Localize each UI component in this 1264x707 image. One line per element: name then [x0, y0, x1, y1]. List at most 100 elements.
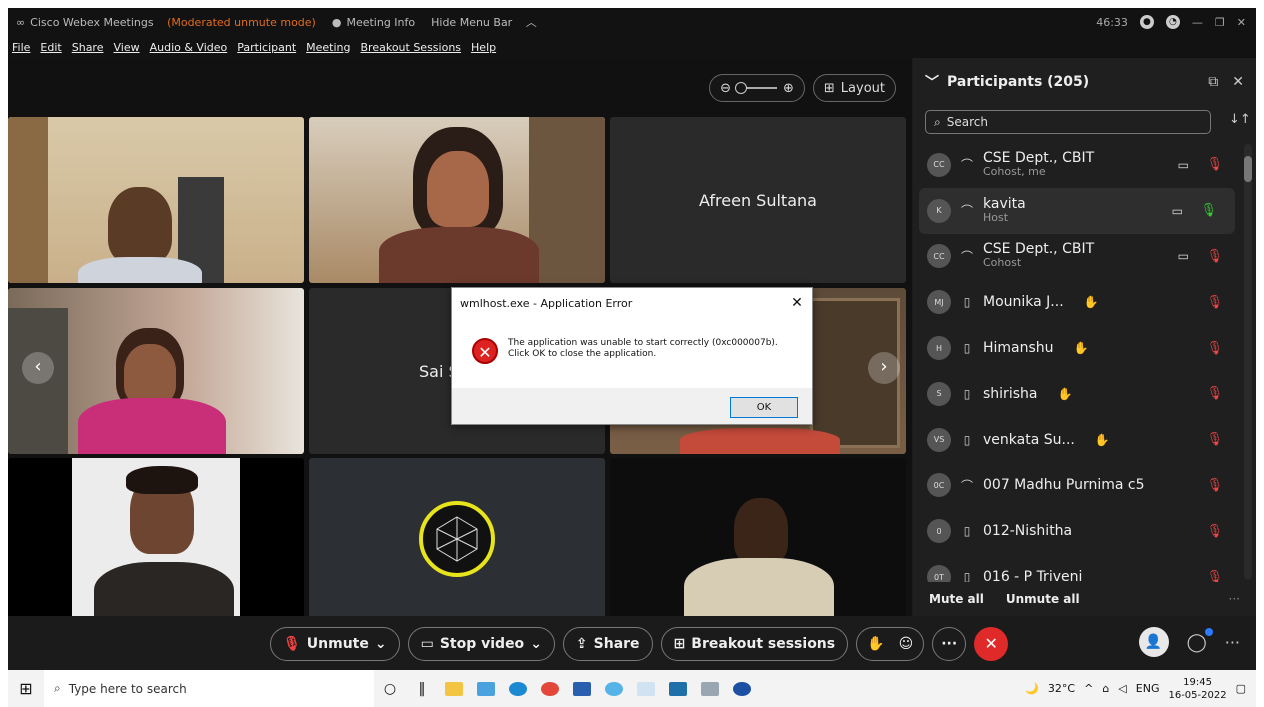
window-app-icon[interactable]: [694, 670, 726, 707]
menu-participant[interactable]: Participant: [237, 41, 296, 54]
mic-muted-icon[interactable]: 🎙: [1206, 432, 1223, 447]
mic-muted-icon[interactable]: 🎙: [1206, 295, 1223, 310]
mic-muted-icon[interactable]: 🎙: [1206, 386, 1223, 401]
avatar: K: [927, 198, 951, 223]
raise-hand-icon[interactable]: ✋: [867, 636, 884, 652]
video-tile[interactable]: [8, 117, 304, 283]
mic-muted-icon[interactable]: 🎙: [1206, 157, 1223, 172]
participants-toggle-button[interactable]: 👤: [1138, 627, 1169, 657]
participant-row[interactable]: VS ▯ venkata Su... ✋ 🎙: [913, 417, 1241, 463]
zoom-out-icon[interactable]: ⊖: [720, 81, 731, 96]
unmute-button[interactable]: 🎙 Unmute ⌄: [270, 627, 400, 661]
taskbar-search-input[interactable]: ⌕ Type here to search: [44, 670, 374, 707]
dialog-message: The application was unable to start corr…: [508, 338, 778, 359]
previous-page-button[interactable]: ‹: [22, 352, 54, 384]
video-camera-icon[interactable]: ▭: [1178, 249, 1189, 263]
participant-row[interactable]: CC ⌒ CSE Dept., CBIT Cohost, me ▭ 🎙: [913, 142, 1241, 188]
mail-icon[interactable]: [566, 670, 598, 707]
menu-share[interactable]: Share: [72, 41, 104, 54]
minimize-button[interactable]: —: [1192, 16, 1203, 29]
clock[interactable]: 19:45 16-05-2022: [1168, 676, 1226, 702]
video-tile-avatar[interactable]: [309, 458, 605, 624]
mic-muted-icon[interactable]: 🎙: [1206, 524, 1223, 539]
participants-scrollbar[interactable]: [1244, 144, 1252, 580]
zoom-control[interactable]: ⊖ ⊕: [709, 74, 805, 102]
menu-audio-video[interactable]: Audio & Video: [150, 41, 228, 54]
next-page-button[interactable]: ›: [868, 352, 900, 384]
participant-row[interactable]: 0C ⌒ 007 Madhu Purnima c5 🎙: [913, 463, 1241, 509]
menu-breakout-sessions[interactable]: Breakout Sessions: [361, 41, 462, 54]
volume-icon[interactable]: ◁: [1118, 682, 1126, 695]
internet-explorer-icon[interactable]: [598, 670, 630, 707]
popout-icon[interactable]: ⧉: [1208, 74, 1218, 90]
help-icon[interactable]: [726, 670, 758, 707]
zoom-in-icon[interactable]: ⊕: [783, 81, 794, 96]
mic-on-icon[interactable]: 🎙: [1200, 203, 1217, 218]
task-view-icon[interactable]: ‖: [406, 670, 438, 707]
leave-meeting-button[interactable]: ✕: [974, 627, 1009, 661]
reactions-icon[interactable]: ☺: [899, 636, 914, 652]
video-tile[interactable]: [309, 117, 605, 283]
zoom-slider[interactable]: [734, 82, 777, 94]
more-panels-icon[interactable]: ···: [1225, 633, 1240, 652]
participant-row[interactable]: 0T ▯ 016 - P Triveni 🎙: [913, 554, 1241, 582]
menu-help[interactable]: Help: [471, 41, 496, 54]
cortana-icon[interactable]: ○: [374, 670, 406, 707]
language-label[interactable]: ENG: [1136, 682, 1160, 695]
network-icon[interactable]: ⌂: [1102, 682, 1109, 695]
mic-muted-icon[interactable]: 🎙: [1206, 478, 1223, 493]
notifications-icon[interactable]: ▢: [1236, 682, 1246, 695]
share-button[interactable]: ⇪ Share: [562, 627, 653, 661]
notepad-icon[interactable]: [630, 670, 662, 707]
unmute-all-button[interactable]: Unmute all: [1006, 592, 1080, 606]
participant-row[interactable]: S ▯ shirisha ✋ 🎙: [913, 371, 1241, 417]
video-tile[interactable]: ‹: [8, 288, 304, 454]
breakout-sessions-button[interactable]: ⊞ Breakout sessions: [660, 627, 849, 661]
edge-icon[interactable]: [502, 670, 534, 707]
participant-search-input[interactable]: ⌕ Search: [925, 110, 1211, 134]
participant-row[interactable]: K ⌒ kavita Host ▭ 🎙: [919, 187, 1235, 234]
menu-meeting[interactable]: Meeting: [306, 41, 350, 54]
video-tile-afreen-sultana[interactable]: Afreen Sultana: [610, 117, 906, 283]
participant-row[interactable]: MJ ▯ Mounika J... ✋ 🎙: [913, 279, 1241, 325]
hide-menu-bar-button[interactable]: Hide Menu Bar ︿: [431, 14, 537, 30]
menu-view[interactable]: View: [113, 41, 139, 54]
mic-muted-icon[interactable]: 🎙: [1206, 570, 1223, 582]
mute-all-button[interactable]: Mute all: [929, 592, 984, 606]
dialog-close-button[interactable]: ✕: [782, 295, 812, 311]
participant-row[interactable]: H ▯ Himanshu ✋ 🎙: [913, 325, 1241, 371]
control-panel-icon[interactable]: [470, 670, 502, 707]
chat-button[interactable]: ◯: [1187, 627, 1213, 653]
webex-taskbar-icon[interactable]: [662, 670, 694, 707]
participant-row[interactable]: CC ⌒ CSE Dept., CBIT Cohost ▭ 🎙: [913, 234, 1241, 280]
chrome-icon[interactable]: [534, 670, 566, 707]
restore-button[interactable]: ❐: [1215, 16, 1225, 29]
chevron-up-icon[interactable]: ^: [1084, 682, 1093, 695]
more-options-icon[interactable]: ···: [1229, 592, 1240, 606]
video-camera-icon[interactable]: ▭: [1172, 204, 1183, 218]
participant-row[interactable]: 0 ▯ 012-Nishitha 🎙: [913, 508, 1241, 554]
stop-video-button[interactable]: ▭ Stop video ⌄: [407, 627, 555, 661]
grid-icon: ⊞: [823, 80, 835, 96]
close-window-button[interactable]: ✕: [1237, 16, 1246, 29]
mic-muted-icon[interactable]: 🎙: [1206, 249, 1223, 264]
windows-start-icon[interactable]: ⊞: [8, 679, 44, 698]
video-camera-icon[interactable]: ▭: [1178, 158, 1189, 172]
headset-icon: ⌒: [960, 158, 973, 173]
sort-icon[interactable]: ↓↑: [1229, 112, 1251, 127]
close-panel-icon[interactable]: ✕: [1232, 74, 1244, 90]
reactions-group[interactable]: ✋ ☺: [856, 627, 925, 661]
chevron-down-icon[interactable]: ﹀: [925, 72, 939, 92]
mic-muted-icon[interactable]: 🎙: [1206, 341, 1223, 356]
weather-temp[interactable]: 32°C: [1048, 682, 1075, 695]
menu-file[interactable]: File: [12, 41, 30, 54]
video-tile[interactable]: [8, 458, 304, 624]
layout-button[interactable]: ⊞ Layout: [812, 74, 896, 102]
menu-edit[interactable]: Edit: [40, 41, 61, 54]
meeting-info-button[interactable]: ● Meeting Info: [332, 16, 415, 29]
participant-name: 012-Nishitha: [983, 523, 1073, 540]
video-tile[interactable]: [610, 458, 906, 624]
ok-button[interactable]: OK: [730, 396, 798, 418]
more-options-button[interactable]: ···: [932, 627, 967, 661]
file-explorer-icon[interactable]: [438, 670, 470, 707]
